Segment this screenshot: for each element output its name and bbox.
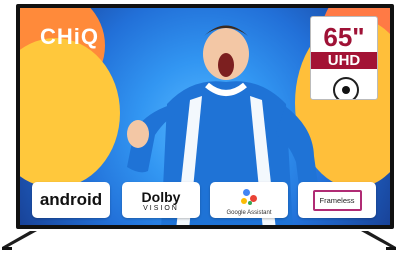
screen-size: 65" (323, 22, 365, 52)
dolby-main-label: Dolby (141, 188, 181, 205)
resolution-label: UHD (311, 52, 377, 69)
android-label: android (39, 190, 103, 209)
google-assistant-feature: Google Assistant (210, 182, 288, 218)
dolby-feature: Dolby VISION (122, 182, 200, 218)
screen-size-badge: 65" UHD (310, 16, 378, 100)
frameless-label-box: Frameless (312, 189, 362, 211)
soccer-ball-icon (333, 77, 359, 99)
google-assistant-label: Google Assistant (226, 209, 272, 216)
google-assistant-icon (238, 186, 260, 208)
frameless-label: Frameless (319, 195, 355, 205)
background-shape (20, 38, 120, 188)
android-feature: android (32, 182, 110, 218)
dolby-logo: Dolby VISION (142, 189, 181, 212)
tv-frame: CHiQ 65" UHD android Dolby VISION Google… (16, 4, 394, 229)
tv-screen: CHiQ 65" UHD android Dolby VISION Google… (20, 8, 390, 225)
right-stand (361, 231, 396, 250)
dolby-sub-label: VISION (143, 204, 179, 212)
frameless-feature: Frameless (298, 182, 376, 218)
brand-logo: CHiQ (40, 24, 99, 49)
left-stand (2, 231, 37, 250)
feature-bar: android Dolby VISION Google Assistant Fr… (32, 182, 376, 218)
